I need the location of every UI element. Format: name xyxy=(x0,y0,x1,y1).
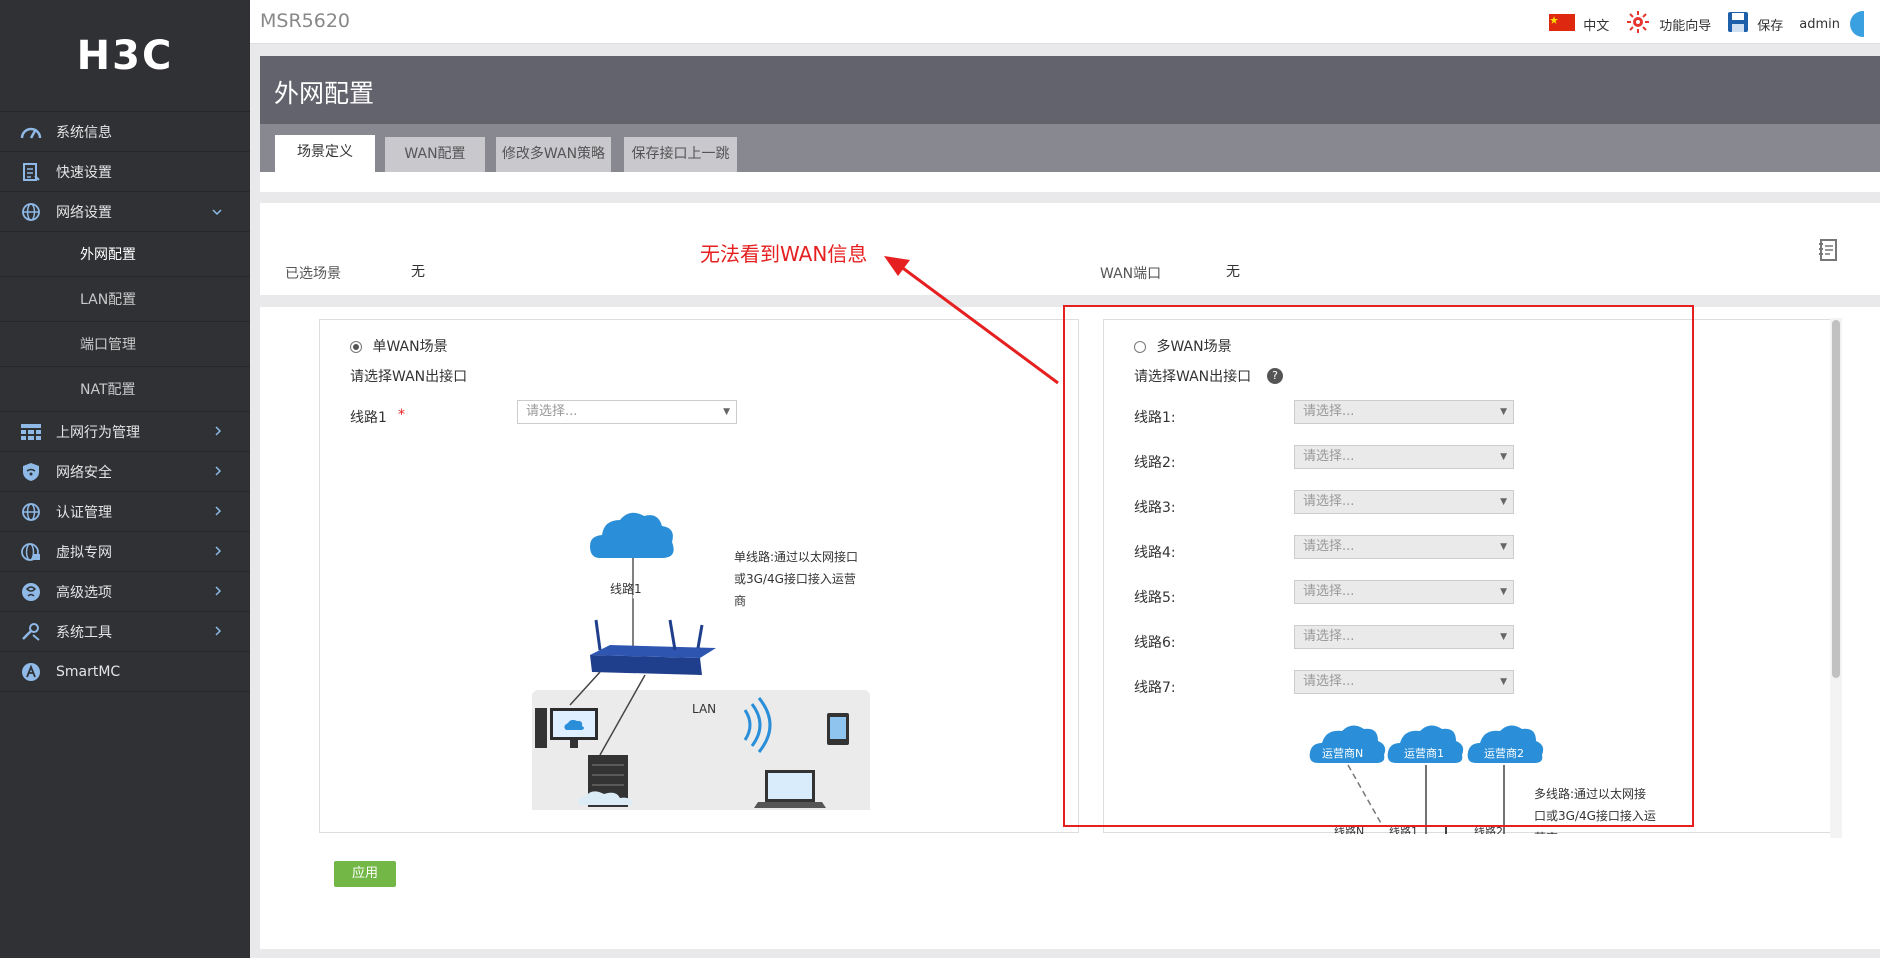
wan-port-value: 无 xyxy=(1226,264,1240,280)
chevron-down-icon xyxy=(212,204,222,220)
annotation-text: 无法看到WAN信息 xyxy=(700,242,868,266)
page-title: 外网配置 xyxy=(274,79,375,108)
sidebar-item-system-info[interactable]: 系统信息 xyxy=(0,112,250,152)
shield-icon xyxy=(20,461,42,483)
single-wan-diagram xyxy=(532,512,870,810)
chevron-right-icon xyxy=(214,504,222,520)
tab-bar: 场景定义 WAN配置 修改多WAN策略 保存接口上一跳 xyxy=(260,124,1880,172)
page-header: 外网配置 xyxy=(260,56,1880,124)
tools-icon xyxy=(20,621,42,643)
notebook-icon[interactable] xyxy=(1818,239,1838,265)
floppy-disk-icon xyxy=(1727,11,1757,37)
sidebar-item-network-settings[interactable]: 网络设置 xyxy=(0,192,250,232)
tab-wan-config[interactable]: WAN配置 xyxy=(385,137,485,172)
sidebar-item-label: 系统信息 xyxy=(56,124,112,141)
wizard-button[interactable]: 功能向导 xyxy=(1625,9,1711,39)
required-mark: * xyxy=(398,407,405,423)
save-button[interactable]: 保存 xyxy=(1727,11,1783,37)
wan-port-label: WAN端口 xyxy=(1100,266,1162,282)
device-name: MSR5620 xyxy=(260,10,351,32)
chevron-right-icon xyxy=(214,624,222,640)
sidebar-item-label: 上网行为管理 xyxy=(56,424,140,441)
sidebar-item-smartmc[interactable]: SmartMC xyxy=(0,652,250,692)
sidebar-subitem-nat-config[interactable]: NAT配置 xyxy=(0,367,250,412)
single-line1-label: 线路1 xyxy=(350,410,387,426)
annotation-highlight-box xyxy=(1063,305,1694,827)
single-line1-select[interactable]: 请选择... ▼ xyxy=(517,400,737,424)
wizard-icon xyxy=(1625,9,1659,39)
annotation-arrow xyxy=(884,256,1059,385)
caret-down-icon: ▼ xyxy=(723,407,730,417)
smartmc-icon xyxy=(20,661,42,683)
tab-content-top xyxy=(260,172,1880,192)
tab-save-interface-nexthop[interactable]: 保存接口上一跳 xyxy=(624,137,737,172)
grid-icon xyxy=(20,421,42,443)
sidebar-item-behavior-management[interactable]: 上网行为管理 xyxy=(0,412,250,452)
brand-logo: H3C xyxy=(0,0,250,112)
sidebar-subitem-port-management[interactable]: 端口管理 xyxy=(0,322,250,367)
sidebar-subitem-wan-config[interactable]: 外网配置 xyxy=(0,232,250,277)
apply-button[interactable]: 应用 xyxy=(334,861,396,887)
sidebar-item-label: 高级选项 xyxy=(56,584,112,601)
tablet-icon xyxy=(827,713,849,745)
sidebar-item-label: 网络设置 xyxy=(56,204,112,221)
gear-globe-icon xyxy=(20,581,42,603)
info-bar: 已选场景 无 WAN端口 无 xyxy=(260,203,1880,295)
china-flag-icon xyxy=(1549,13,1583,35)
sidebar-item-auth-management[interactable]: 认证管理 xyxy=(0,492,250,532)
clipboard-icon xyxy=(20,161,42,183)
tab-multi-wan-policy[interactable]: 修改多WAN策略 xyxy=(496,137,611,172)
sidebar-item-advanced-options[interactable]: 高级选项 xyxy=(0,572,250,612)
single-wan-prompt: 请选择WAN出接口 xyxy=(350,369,468,385)
sidebar-item-label: 认证管理 xyxy=(56,504,112,521)
sidebar-item-label: 虚拟专网 xyxy=(56,544,112,561)
top-bar: MSR5620 中文 功能向导 保存 admin xyxy=(250,0,1880,44)
sidebar-item-label: SmartMC xyxy=(56,663,121,680)
globe-icon xyxy=(20,501,42,523)
language-switch[interactable]: 中文 xyxy=(1549,13,1609,35)
sidebar-item-label: 网络安全 xyxy=(56,464,112,481)
sidebar-item-system-tools[interactable]: 系统工具 xyxy=(0,612,250,652)
sidebar-item-vpn[interactable]: 虚拟专网 xyxy=(0,532,250,572)
chevron-right-icon xyxy=(214,464,222,480)
tab-scene-definition[interactable]: 场景定义 xyxy=(275,135,375,172)
avatar xyxy=(1850,11,1864,37)
globe-icon xyxy=(20,201,42,223)
sidebar-item-network-security[interactable]: 网络安全 xyxy=(0,452,250,492)
single-wan-description: 单线路:通过以太网接口 或3G/4G接口接入运营 商 xyxy=(734,550,859,608)
scrollbar-thumb[interactable] xyxy=(1832,320,1840,678)
selected-scene-label: 已选场景 xyxy=(285,266,341,282)
sidebar-item-label: 快速设置 xyxy=(56,164,112,181)
sidebar-item-label: 系统工具 xyxy=(56,624,112,641)
single-wan-radio[interactable] xyxy=(350,341,362,353)
speedometer-icon xyxy=(20,121,42,143)
sidebar-subitem-lan-config[interactable]: LAN配置 xyxy=(0,277,250,322)
sidebar-item-quick-setup[interactable]: 快速设置 xyxy=(0,152,250,192)
single-wan-option[interactable]: 单WAN场景 xyxy=(350,336,448,356)
router-icon xyxy=(590,619,716,675)
isp-cloud-icon xyxy=(590,512,674,558)
lan-label: LAN xyxy=(692,702,717,716)
single-link-label: 线路1 xyxy=(610,582,642,596)
single-wan-panel: 单WAN场景 请选择WAN出接口 线路1 * 请选择... ▼ 运营商 线路1 … xyxy=(319,319,1079,833)
chevron-right-icon xyxy=(214,544,222,560)
selected-scene-value: 无 xyxy=(411,264,425,280)
chevron-right-icon xyxy=(214,584,222,600)
sidebar: H3C 系统信息 快速设置 网络设置 外网配置 LAN配置 端口管理 NAT配置… xyxy=(0,0,250,958)
chevron-right-icon xyxy=(214,424,222,440)
globe-lock-icon xyxy=(20,541,42,563)
user-menu[interactable]: admin xyxy=(1799,11,1864,37)
